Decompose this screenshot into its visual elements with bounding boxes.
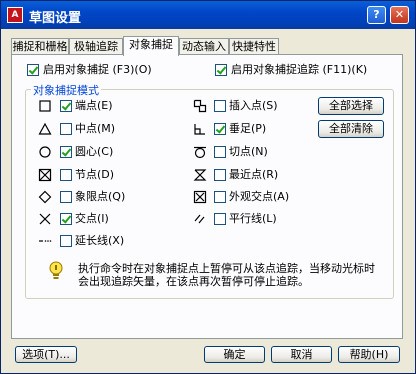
extension-label: 延长线(X)	[75, 234, 125, 247]
enable-osnap-label: 启用对象捕捉 (F3)(O)	[43, 63, 152, 76]
enable-tracking-checkbox[interactable]	[215, 64, 227, 76]
tracking-note-line1: 执行命令时在对象捕捉点上暂停可从该点追踪，当移动光标时	[78, 262, 375, 275]
help-title-button[interactable]: ?	[367, 6, 386, 24]
enable-osnap-checkbox[interactable]	[27, 64, 39, 76]
insertion-checkbox[interactable]	[214, 100, 226, 112]
clear-all-button[interactable]: 全部清除	[318, 120, 384, 138]
intersection-checkbox[interactable]	[60, 213, 72, 225]
apparent-intersection-icon	[193, 190, 207, 204]
tab-polar-tracking[interactable]: 极轴追踪	[69, 38, 123, 54]
node-checkbox[interactable]	[60, 169, 72, 181]
drafting-settings-dialog: A 草图设置 ? ✕ 捕捉和栅格 极轴追踪 对象捕捉 动态输入 快捷特性 启用对…	[0, 0, 416, 374]
ok-button[interactable]: 确定	[204, 346, 265, 363]
tangent-label: 切点(N)	[229, 145, 268, 158]
endpoint-label: 端点(E)	[75, 99, 113, 112]
perpendicular-label: 垂足(P)	[229, 122, 267, 135]
perpendicular-icon	[194, 124, 205, 135]
tracking-note-line2: 会出现追踪矢量，在该点再次暂停可停止追踪。	[78, 275, 309, 288]
lightbulb-icon	[49, 261, 63, 279]
node-label: 节点(D)	[75, 168, 115, 181]
quadrant-checkbox[interactable]	[60, 191, 72, 203]
midpoint-label: 中点(M)	[75, 122, 116, 135]
snap-modes-title: 对象捕捉模式	[31, 82, 101, 98]
parallel-checkbox[interactable]	[214, 213, 226, 225]
tangent-icon	[194, 146, 206, 159]
apparent-intersection-label: 外观交点(A)	[229, 190, 290, 203]
tab-snap-grid[interactable]: 捕捉和栅格	[11, 38, 69, 54]
nearest-label: 最近点(R)	[229, 168, 279, 181]
square-icon	[39, 100, 51, 112]
help-button[interactable]: 帮助(H)	[338, 346, 400, 363]
perpendicular-checkbox[interactable]	[214, 123, 226, 135]
select-all-button[interactable]: 全部选择	[318, 97, 384, 115]
tab-dynamic-input[interactable]: 动态输入	[179, 38, 229, 54]
autocad-app-icon: A	[7, 7, 23, 23]
diamond-icon	[38, 190, 52, 204]
title-bar[interactable]: A 草图设置 ? ✕	[1, 1, 415, 29]
window-title: 草图设置	[29, 11, 82, 26]
node-icon	[38, 168, 52, 182]
center-label: 圆心(C)	[75, 145, 114, 158]
midpoint-checkbox[interactable]	[60, 123, 72, 135]
nearest-icon	[193, 169, 207, 181]
triangle-icon	[38, 122, 52, 135]
parallel-label: 平行线(L)	[229, 212, 277, 225]
extension-icon	[39, 240, 52, 242]
endpoint-checkbox[interactable]	[60, 100, 72, 112]
apparent-intersection-checkbox[interactable]	[214, 191, 226, 203]
nearest-checkbox[interactable]	[214, 169, 226, 181]
tab-object-snap[interactable]: 对象捕捉	[123, 36, 179, 56]
enable-tracking-label: 启用对象捕捉追踪 (F11)(K)	[231, 63, 368, 76]
quadrant-label: 象限点(Q)	[75, 190, 126, 203]
tab-quick-properties[interactable]: 快捷特性	[229, 38, 279, 54]
options-button[interactable]: 选项(T)...	[15, 346, 77, 363]
insertion-icon	[193, 99, 207, 113]
x-icon	[39, 213, 51, 225]
center-checkbox[interactable]	[60, 146, 72, 158]
close-button[interactable]: ✕	[390, 6, 409, 24]
intersection-label: 交点(I)	[75, 212, 109, 225]
circle-icon	[39, 146, 51, 158]
extension-checkbox[interactable]	[60, 235, 72, 247]
parallel-icon	[194, 214, 205, 224]
tangent-checkbox[interactable]	[214, 146, 226, 158]
cancel-button[interactable]: 取消	[271, 346, 332, 363]
insertion-label: 插入点(S)	[229, 99, 278, 112]
